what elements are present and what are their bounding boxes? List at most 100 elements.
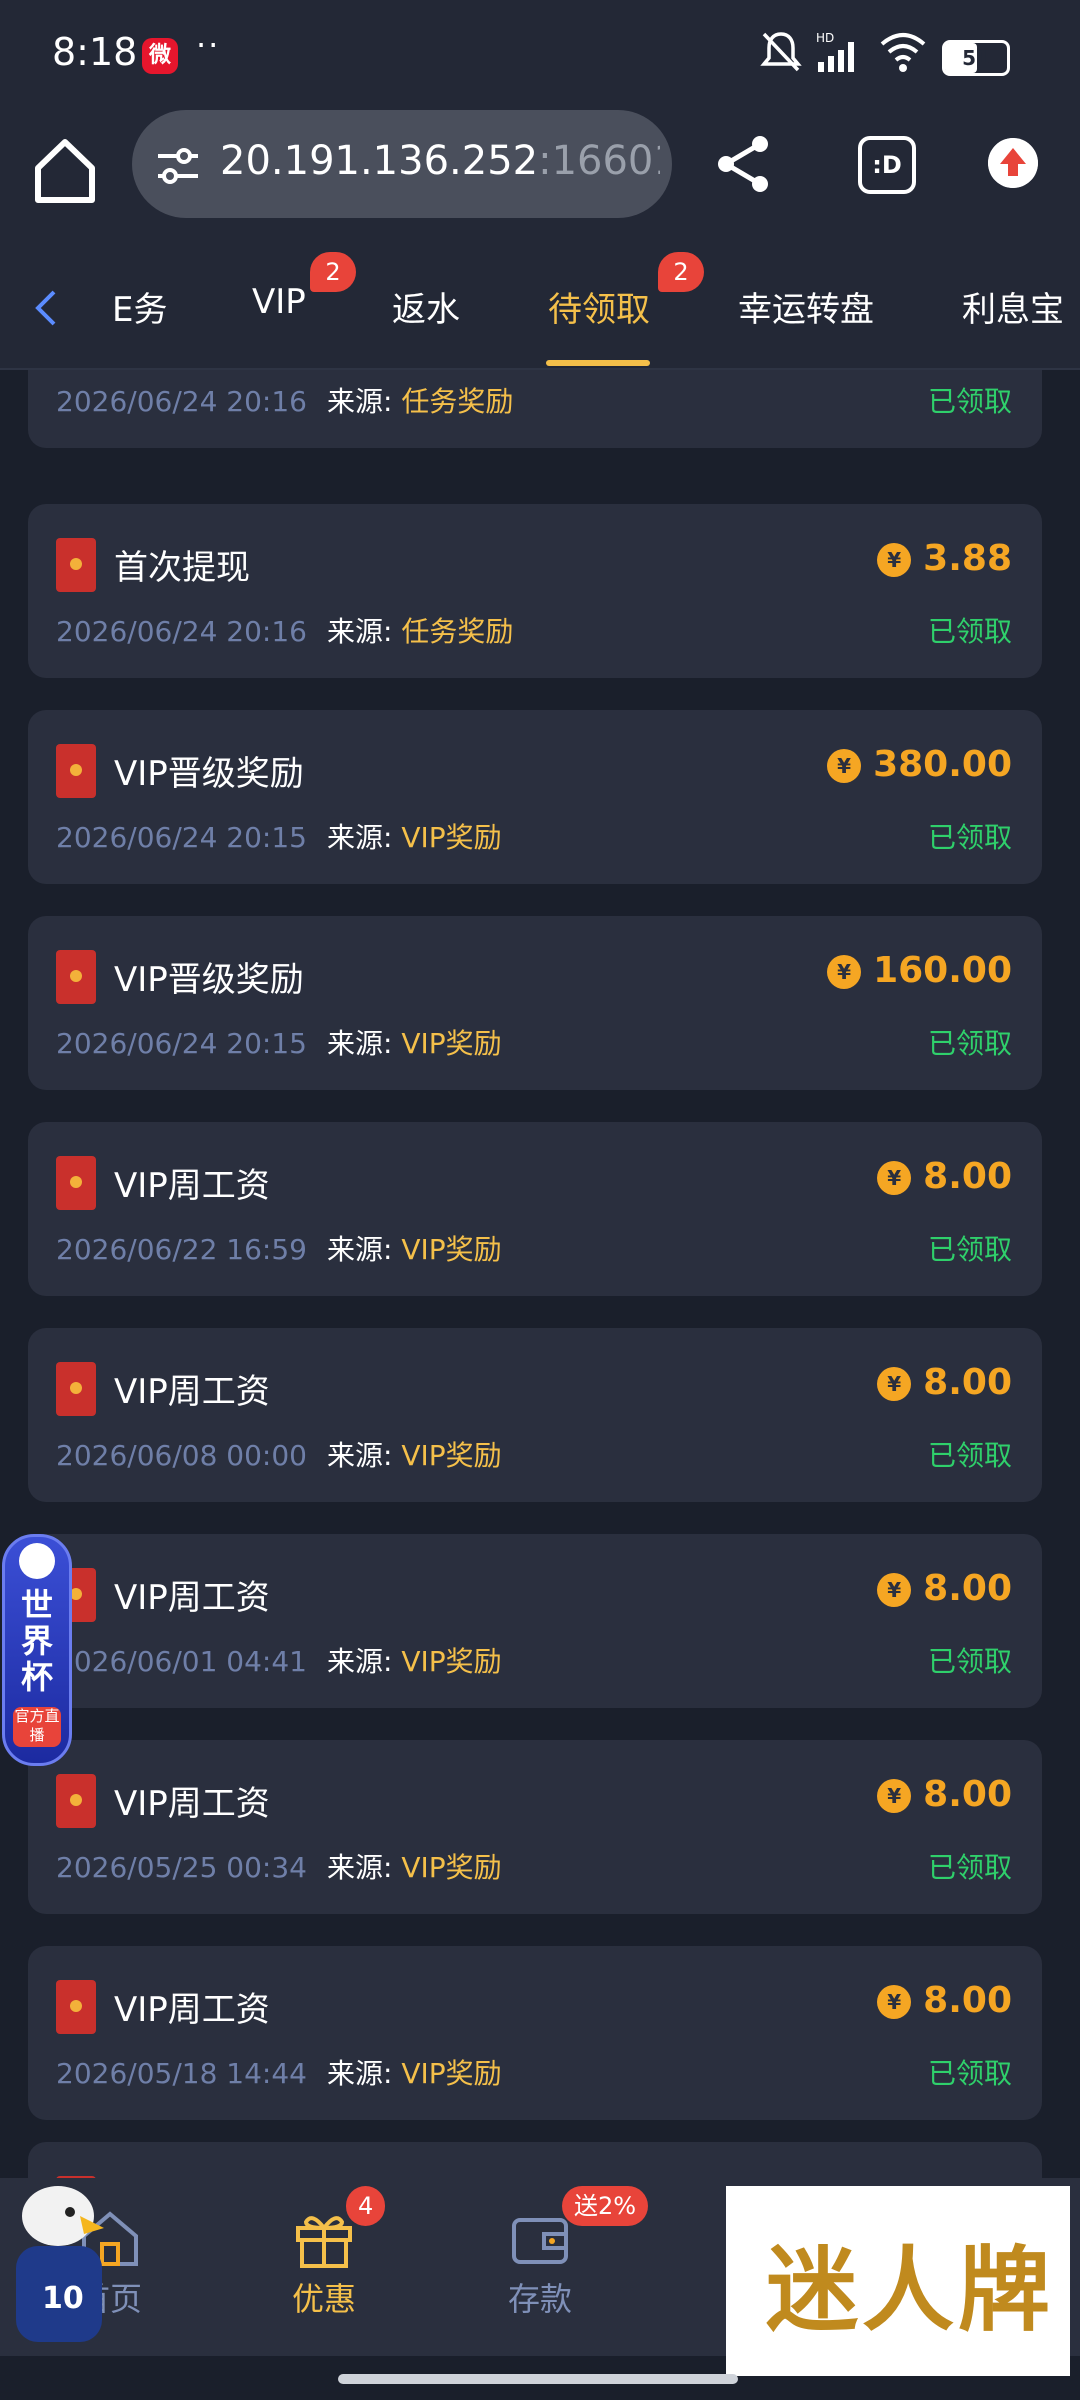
amount-value: 160.00 <box>873 950 1012 991</box>
reward-source: 任务奖励 <box>401 615 514 648</box>
reward-source: VIP奖励 <box>401 1645 502 1678</box>
source-label: 来源: <box>326 1645 393 1678</box>
home-indicator[interactable] <box>338 2374 738 2384</box>
reward-source: VIP奖励 <box>401 1851 502 1884</box>
reward-amount: ¥160.00 <box>827 950 1012 991</box>
world-cup-title: 世界杯 <box>20 1586 53 1696</box>
eagle-mascot-icon: 10 <box>16 2186 104 2342</box>
yuan-coin-icon: ¥ <box>877 1779 912 1813</box>
tabs-scroll-left-icon[interactable] <box>30 288 60 328</box>
reward-amount: ¥3.88 <box>877 538 1012 579</box>
reward-title: 首次提现 <box>114 548 250 588</box>
reward-status: 已领取 <box>927 1851 1012 1884</box>
home-icon[interactable] <box>30 130 100 210</box>
amount-value: 8.00 <box>923 1156 1012 1197</box>
nav-deposit-badge: 送2% <box>562 2186 649 2226</box>
reward-card[interactable]: VIP晋级奖励 ¥380.00 2026/06/24 20:15 来源: VIP奖… <box>28 710 1042 884</box>
svg-text:10: 10 <box>42 2281 84 2316</box>
amount-value: 8.00 <box>923 1362 1012 1403</box>
reward-source: VIP奖励 <box>401 821 502 854</box>
source-label: 来源: <box>326 615 393 648</box>
yuan-coin-icon: ¥ <box>877 1573 912 1607</box>
reward-card[interactable] <box>28 2142 1042 2178</box>
tab-pending[interactable]: 待领取 <box>548 282 650 331</box>
amount-value: 8.00 <box>923 1774 1012 1815</box>
red-envelope-icon <box>56 1156 96 1210</box>
reward-date-row: 2026/06/24 20:16 来源: 任务奖励 <box>56 610 513 650</box>
tab-tasks[interactable]: E务 <box>112 282 167 331</box>
reward-card[interactable]: VIP周工资 ¥8.00 2026/05/18 14:44 来源: VIP奖励 已… <box>28 1946 1042 2120</box>
yuan-coin-icon: ¥ <box>877 1161 912 1195</box>
url-host: 20.191.136.252 <box>220 138 539 184</box>
category-tabs: E务 VIP 2 返水 待领取 2 幸运转盘 利息宝 <box>0 240 1080 370</box>
reward-amount: ¥8.00 <box>877 1156 1012 1197</box>
tab-pending-badge: 2 <box>658 252 704 292</box>
yuan-coin-icon: ¥ <box>827 955 862 989</box>
nav-promotions[interactable]: 优惠 <box>254 2208 394 2320</box>
amount-value: 3.88 <box>923 538 1012 579</box>
reward-status: 已领取 <box>927 385 1012 418</box>
brand-logo-text: 迷人牌 <box>766 2236 1055 2344</box>
reward-card[interactable]: 2026/06/24 20:16 来源: 任务奖励 已领取 <box>28 370 1042 448</box>
notification-dots: ·· <box>196 26 221 64</box>
clock: 8:18 <box>52 30 138 74</box>
reward-date-row: 2026/05/18 14:44 来源: VIP奖励 <box>56 2052 502 2092</box>
share-icon[interactable] <box>712 132 776 196</box>
red-envelope-icon <box>56 1362 96 1416</box>
reward-status: 已领取 <box>927 1027 1012 1060</box>
brand-banner[interactable]: 迷人牌 <box>726 2186 1070 2376</box>
reward-card[interactable]: VIP周工资 ¥8.00 2026/06/08 00:00 来源: VIP奖励 已… <box>28 1328 1042 1502</box>
reward-status: 已领取 <box>927 1645 1012 1678</box>
url-path: :16601/h <box>538 138 660 184</box>
reward-date-row: 2026/06/22 16:59 来源: VIP奖励 <box>56 1228 502 1268</box>
source-label: 来源: <box>326 1233 393 1266</box>
battery-icon: 51 <box>942 40 1010 76</box>
browser-toolbar: 20.191.136.252:16601/h :D <box>0 110 1080 240</box>
reward-date-row: 2026/06/08 00:00 来源: VIP奖励 <box>56 1434 502 1474</box>
tab-vip[interactable]: VIP <box>252 282 306 322</box>
reward-source: VIP奖励 <box>401 2057 502 2090</box>
red-envelope-icon <box>56 950 96 1004</box>
reward-date: 2026/06/24 20:15 <box>56 821 307 854</box>
reward-title: VIP周工资 <box>114 1990 270 2030</box>
yuan-coin-icon: ¥ <box>827 749 862 783</box>
red-envelope-icon <box>56 744 96 798</box>
reward-amount: ¥8.00 <box>877 1774 1012 1815</box>
mute-bell-icon <box>760 32 802 72</box>
source-label: 来源: <box>326 821 393 854</box>
weibo-icon: 微 <box>142 38 178 74</box>
reward-card[interactable]: VIP周工资 ¥8.00 2026/05/25 00:34 来源: VIP奖励 已… <box>28 1740 1042 1914</box>
reward-card[interactable]: 首次提现 ¥3.88 2026/06/24 20:16 来源: 任务奖励 已领取 <box>28 504 1042 678</box>
yuan-coin-icon: ¥ <box>877 1367 912 1401</box>
reward-title: VIP周工资 <box>114 1578 270 1618</box>
world-cup-live-badge[interactable]: 世界杯 官方直播 <box>2 1534 72 1766</box>
desktop-mode-icon[interactable]: :D <box>858 136 916 194</box>
reward-amount: ¥8.00 <box>877 1980 1012 2021</box>
reward-date: 2026/06/22 16:59 <box>56 1233 307 1266</box>
amount-value: 8.00 <box>923 1980 1012 2021</box>
red-envelope-icon <box>56 538 96 592</box>
reward-status: 已领取 <box>927 615 1012 648</box>
reward-card[interactable]: VIP周工资 ¥8.00 2026/06/01 04:41 来源: VIP奖励 已… <box>28 1534 1042 1708</box>
tab-interest[interactable]: 利息宝 <box>962 282 1064 331</box>
reward-card[interactable]: VIP周工资 ¥8.00 2026/06/22 16:59 来源: VIP奖励 已… <box>28 1122 1042 1296</box>
active-tab-indicator <box>546 360 650 366</box>
battery-level: 51 <box>962 46 990 70</box>
source-label: 来源: <box>326 385 393 418</box>
tab-vip-badge: 2 <box>310 252 356 292</box>
reward-date-row: 2026/06/24 20:16 来源: 任务奖励 <box>56 380 513 420</box>
site-settings-icon[interactable] <box>154 142 202 190</box>
reward-card[interactable]: VIP晋级奖励 ¥160.00 2026/06/24 20:15 来源: VIP奖… <box>28 916 1042 1090</box>
address-bar[interactable]: 20.191.136.252:16601/h <box>132 110 672 218</box>
update-icon[interactable] <box>988 138 1038 188</box>
reward-status: 已领取 <box>927 1233 1012 1266</box>
reward-title: VIP周工资 <box>114 1372 270 1412</box>
reward-source: 任务奖励 <box>401 385 514 418</box>
tab-rebate[interactable]: 返水 <box>392 282 460 331</box>
tab-lucky-wheel[interactable]: 幸运转盘 <box>738 282 874 331</box>
url-text[interactable]: 20.191.136.252:16601/h <box>220 138 660 184</box>
amount-value: 380.00 <box>873 744 1012 785</box>
reward-source: VIP奖励 <box>401 1233 502 1266</box>
world-cup-subtitle: 官方直播 <box>13 1707 61 1747</box>
wifi-icon <box>880 33 926 72</box>
